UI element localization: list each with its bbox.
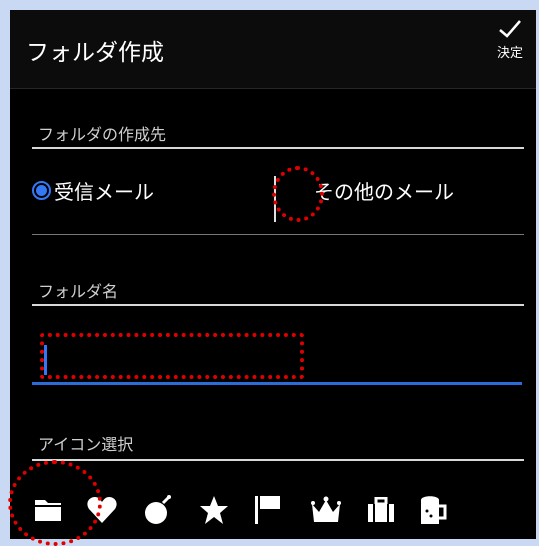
- radio-inbox-label: 受信メール: [54, 180, 154, 204]
- check-icon: [499, 20, 521, 38]
- confirm-button[interactable]: 決定: [490, 18, 530, 78]
- radio-inbox[interactable]: 受信メール: [32, 176, 154, 205]
- divider: [32, 147, 524, 149]
- icon-picker: [32, 480, 524, 530]
- divider: [32, 304, 524, 306]
- divider: [32, 459, 524, 461]
- folder-name-label: フォルダ名: [38, 282, 119, 301]
- annotation-circle: [272, 166, 324, 222]
- radio-selected-icon: [32, 181, 51, 200]
- radio-other-mail-label: その他のメール: [314, 180, 454, 204]
- bomb-icon[interactable]: [140, 492, 176, 528]
- icon-select-label: アイコン選択: [38, 435, 134, 454]
- star-icon[interactable]: [196, 492, 232, 528]
- dialog-screen: フォルダ作成 決定 フォルダの作成先 受信メール その他のメール フォルダ名 ア…: [10, 10, 536, 539]
- flag-icon[interactable]: [250, 492, 286, 528]
- divider: [32, 234, 524, 235]
- input-underline: [32, 382, 522, 385]
- header-bar: フォルダ作成 決定: [10, 10, 536, 89]
- radio-other-mail[interactable]: その他のメール: [314, 176, 454, 205]
- page-title: フォルダ作成: [26, 40, 164, 66]
- destination-label: フォルダの作成先: [38, 125, 167, 144]
- confirm-label: 決定: [496, 46, 523, 61]
- annotation-circle: [8, 460, 102, 546]
- beer-mug-icon[interactable]: [415, 492, 451, 528]
- crown-icon[interactable]: [308, 492, 344, 528]
- annotation-rectangle: [40, 333, 304, 379]
- briefcase-icon[interactable]: [363, 492, 399, 528]
